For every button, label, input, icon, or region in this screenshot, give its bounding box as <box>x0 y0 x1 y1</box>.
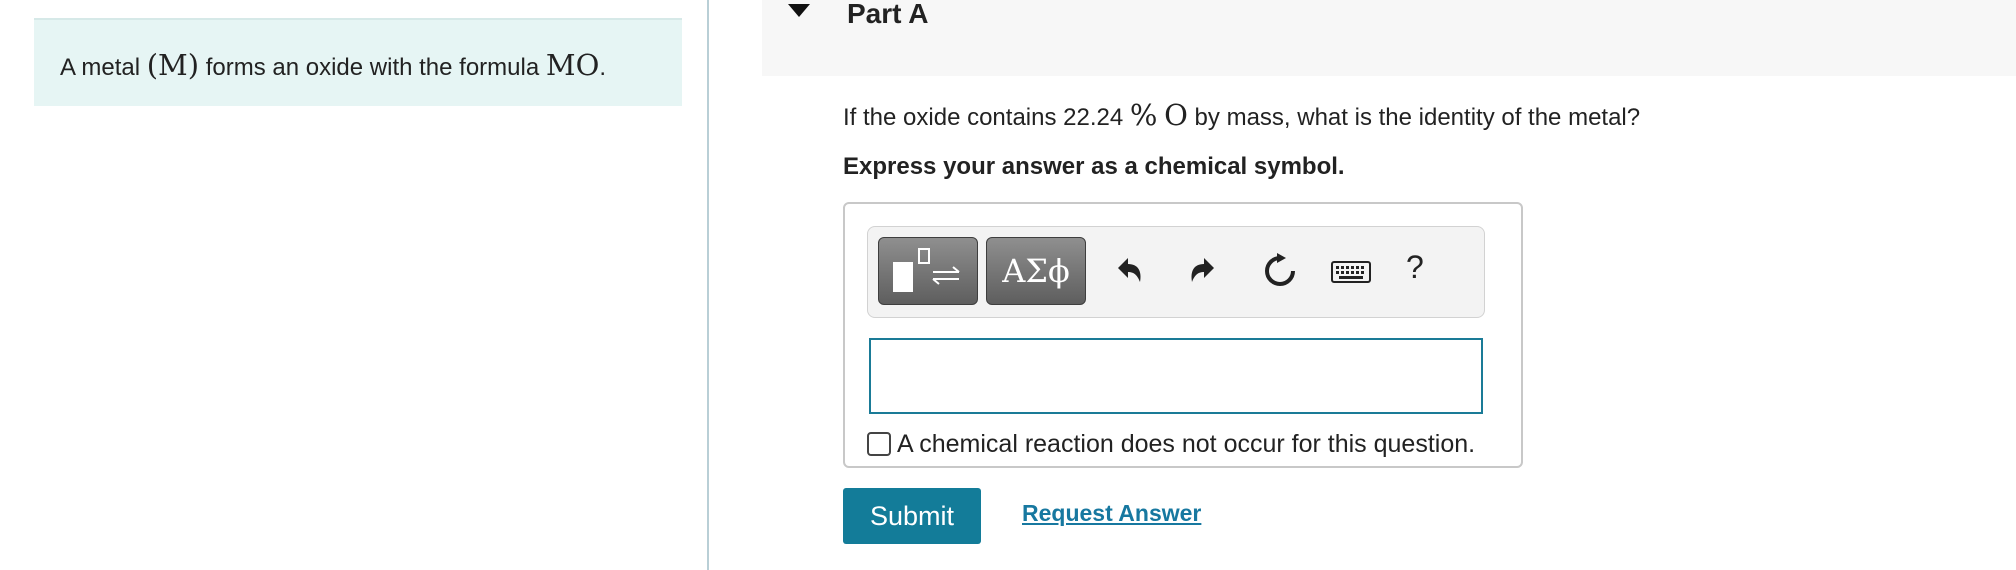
intro-text-middle: forms an oxide with the formula <box>199 54 546 81</box>
intro-text-start: A metal <box>60 54 147 81</box>
submit-button[interactable]: Submit <box>843 488 981 544</box>
mastering-chemistry-page: A metal (M) forms an oxide with the form… <box>0 0 2016 570</box>
reset-icon[interactable] <box>1260 251 1300 291</box>
problem-intro: A metal (M) forms an oxide with the form… <box>34 18 682 106</box>
intro-formula: MO <box>545 48 600 82</box>
answer-input[interactable] <box>869 338 1483 414</box>
collapse-caret-icon[interactable] <box>788 4 810 17</box>
intro-text-end: . <box>599 54 607 81</box>
redo-icon[interactable] <box>1184 251 1224 291</box>
pane-divider[interactable] <box>707 0 709 570</box>
part-title: Part A <box>847 0 929 29</box>
question-text-start: If the oxide contains 22.24 <box>843 104 1130 131</box>
math-toolbar: ΑΣϕ ? <box>867 226 1485 318</box>
intro-metal-symbol: (M) <box>146 48 200 82</box>
request-answer-link[interactable]: Request Answer <box>1022 500 1201 527</box>
no-reaction-checkbox[interactable] <box>867 432 891 456</box>
answer-instruction: Express your answer as a chemical symbol… <box>843 153 1345 180</box>
question-text-end: by mass, what is the identity of the met… <box>1187 104 1641 131</box>
template-icon <box>893 248 960 292</box>
question-text: If the oxide contains 22.24 % O by mass,… <box>843 98 1640 132</box>
no-reaction-label[interactable]: A chemical reaction does not occur for t… <box>897 430 1475 459</box>
part-header[interactable]: Part A <box>762 0 2016 76</box>
symbols-button[interactable]: ΑΣϕ <box>986 237 1086 305</box>
problem-intro-pane: A metal (M) forms an oxide with the form… <box>0 0 708 570</box>
template-button[interactable] <box>878 237 978 305</box>
help-button[interactable]: ? <box>1406 249 1424 286</box>
keyboard-icon[interactable] <box>1330 251 1372 291</box>
answer-panel: ΑΣϕ ? A chemical reaction does not occur… <box>843 202 1523 468</box>
question-percent-symbol: % <box>1129 98 1158 132</box>
question-element-symbol: O <box>1164 98 1188 132</box>
undo-icon[interactable] <box>1108 251 1148 291</box>
